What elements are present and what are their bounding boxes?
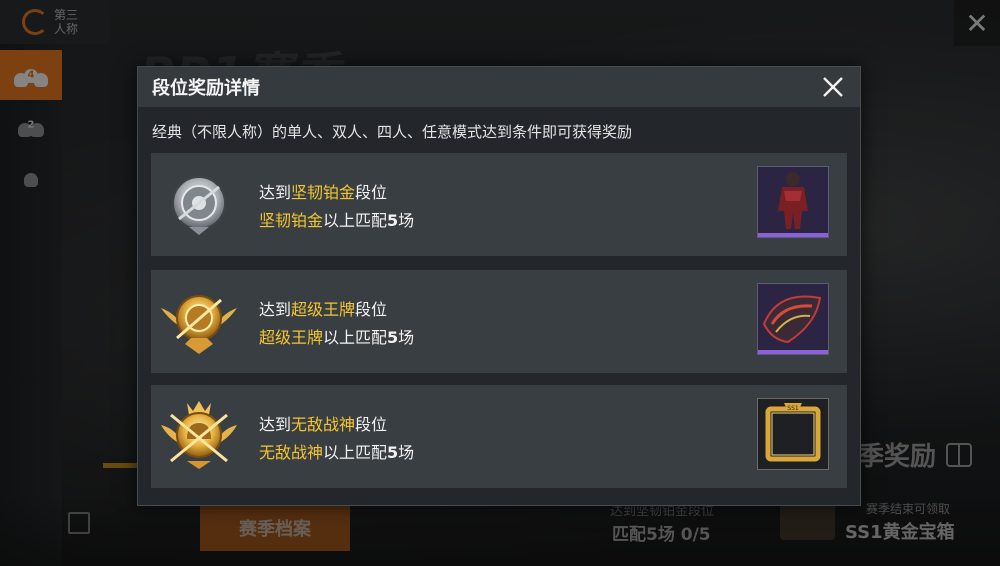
requirement-text: 以上匹配 — [323, 328, 388, 347]
match-requirement: 超级王牌以上匹配5场 — [259, 324, 414, 348]
rarity-bar — [758, 233, 828, 237]
requirement-count: 5 — [387, 211, 399, 230]
conqueror-badge-icon — [157, 395, 241, 479]
dialog-header: 段位奖励详情 — [138, 67, 860, 107]
parachute-icon — [758, 284, 828, 350]
requirement-unit: 场 — [398, 443, 415, 462]
close-icon — [823, 77, 843, 97]
requirement-count: 5 — [387, 443, 399, 462]
reward-item-outfit[interactable] — [757, 166, 829, 238]
rarity-bar — [758, 350, 828, 354]
requirement-rank: 超级王牌 — [259, 328, 324, 347]
svg-text:SS1: SS1 — [787, 405, 799, 412]
condition-prefix: 达到 — [259, 415, 292, 434]
requirement-text: 以上匹配 — [323, 443, 388, 462]
condition-prefix: 达到 — [259, 300, 292, 319]
close-button[interactable] — [820, 74, 846, 100]
rank-name: 超级王牌 — [291, 300, 356, 319]
requirement-count: 5 — [387, 328, 399, 347]
requirement-rank: 无敌战神 — [259, 443, 324, 462]
dialog-title: 段位奖励详情 — [152, 78, 260, 99]
avatar-frame-icon: SS1 — [758, 399, 828, 469]
rank-condition: 达到坚韧铂金段位 — [259, 179, 387, 203]
outfit-icon — [758, 167, 828, 233]
reward-item-parachute[interactable] — [757, 283, 829, 355]
condition-suffix: 段位 — [355, 183, 388, 202]
match-requirement: 坚韧铂金以上匹配5场 — [259, 207, 414, 231]
rank-condition: 达到超级王牌段位 — [259, 296, 387, 320]
platinum-badge-icon — [157, 163, 241, 247]
condition-suffix: 段位 — [355, 415, 388, 434]
reward-row: 达到无敌战神段位 无敌战神以上匹配5场 SS1 — [151, 385, 847, 488]
match-requirement: 无敌战神以上匹配5场 — [259, 439, 414, 463]
reward-row: 达到超级王牌段位 超级王牌以上匹配5场 — [151, 270, 847, 373]
requirement-unit: 场 — [398, 211, 415, 230]
reward-item-avatar-frame[interactable]: SS1 — [757, 398, 829, 470]
reward-row: 达到坚韧铂金段位 坚韧铂金以上匹配5场 — [151, 153, 847, 256]
rank-name: 坚韧铂金 — [291, 183, 356, 202]
rank-condition: 达到无敌战神段位 — [259, 411, 387, 435]
rank-reward-dialog: 段位奖励详情 经典（不限人称）的单人、双人、四人、任意模式达到条件即可获得奖励 — [137, 66, 861, 506]
condition-prefix: 达到 — [259, 183, 292, 202]
requirement-rank: 坚韧铂金 — [259, 211, 324, 230]
rank-name: 无敌战神 — [291, 415, 356, 434]
ace-badge-icon — [157, 280, 241, 364]
dialog-subtitle: 经典（不限人称）的单人、双人、四人、任意模式达到条件即可获得奖励 — [152, 123, 633, 141]
condition-suffix: 段位 — [355, 300, 388, 319]
requirement-unit: 场 — [398, 328, 415, 347]
requirement-text: 以上匹配 — [323, 211, 388, 230]
